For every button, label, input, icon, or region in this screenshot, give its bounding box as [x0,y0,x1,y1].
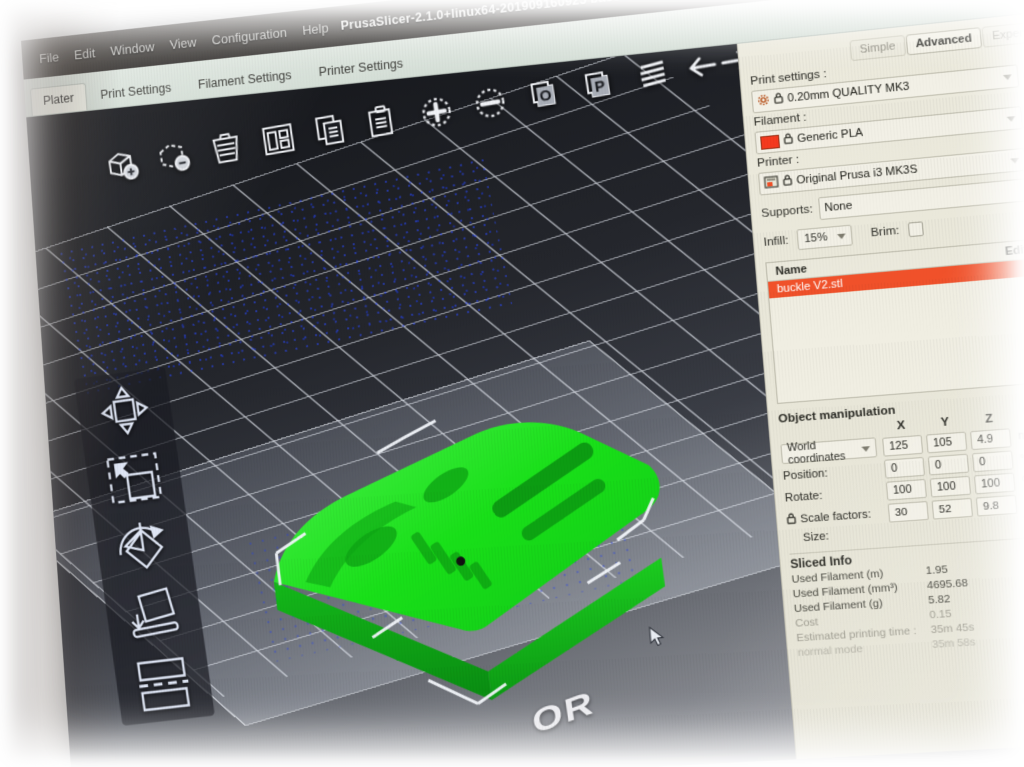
infill-value: 15% [803,230,828,246]
lock-icon [783,132,794,147]
coordinate-system-combo[interactable]: World coordinates [780,437,878,467]
layers-editing-icon[interactable] [630,51,677,98]
coordinate-system-value: World coordinates [786,439,846,467]
work-area: OR O P Simple Advanced Expert Print sett… [26,12,1024,767]
object-list[interactable]: Name Editing buckle V2.stl [765,236,1024,404]
scale-x-input[interactable]: 100 [885,478,928,501]
brim-checkbox[interactable] [907,221,924,238]
scale-factors-label: Scale factors: [799,508,872,526]
filament-color-swatch [760,134,781,150]
brim-label: Brim: [870,224,900,240]
perspective-wrapper: PrusaSlicer-2.1.0+linux64-201909160925 b… [0,0,1024,767]
size-x-input[interactable]: 30 [887,500,929,523]
scale-y-input[interactable]: 100 [929,475,972,498]
supports-value: None [823,199,853,215]
sliced-info-value: 0.15 [928,607,953,622]
rotate-gizmo-icon[interactable] [102,509,186,584]
scale-z-input[interactable]: 100 [973,472,1016,495]
rotate-z-input[interactable]: 0 [971,450,1014,473]
model-buckle-v2[interactable] [248,380,710,746]
gear-icon [757,93,771,110]
arrange-icon[interactable] [256,116,300,162]
lock-icon [773,92,784,107]
coordinate-system-cell: World coordinates [780,437,879,467]
delete-all-icon[interactable] [204,125,248,171]
printer-icon [763,175,779,192]
filament-value: Generic PLA [796,126,864,146]
position-x-input[interactable]: 125 [882,434,924,457]
print-settings-value: 0.20mm QUALITY MK3 [787,80,910,105]
menu-item-edit[interactable]: Edit [73,45,95,62]
remove-instance-icon[interactable] [467,80,513,127]
split-parts-icon[interactable]: P [575,61,621,108]
3d-viewport[interactable]: OR O P [26,43,796,767]
lock-icon [782,174,793,189]
infill-label: Infill: [763,234,789,250]
sliced-info-panel: Sliced Info Used Filament (m) 1.95 Used … [789,534,1024,661]
object-manipulation-grid: X Y Z World coordinates 125 105 4.9 mm P… [779,407,1024,546]
position-y-input[interactable]: 105 [925,431,968,453]
printer-value: Original Prusa i3 MK3S [795,163,919,187]
column-header-name: Name [775,262,808,278]
chevron-down-icon[interactable] [1006,116,1016,123]
mouse-cursor [649,625,668,654]
mode-advanced-button[interactable]: Advanced [905,27,983,56]
object-name: buckle V2.stl [776,277,844,296]
position-label: Position: [782,467,829,483]
paste-icon[interactable] [361,98,406,144]
add-icon[interactable] [102,143,145,188]
axis-label-y: Y [940,415,950,430]
sliced-info-value: 35m 58s [931,635,977,652]
axis-label-x: X [896,419,906,433]
uniform-scale-lock-icon[interactable] [786,512,797,527]
copy-icon[interactable] [308,107,353,153]
chevron-down-icon[interactable] [1010,157,1020,164]
menu-item-view[interactable]: View [169,34,197,52]
add-instance-icon[interactable] [414,89,459,135]
place-on-face-gizmo-icon[interactable] [112,577,196,651]
menu-item-configuration[interactable]: Configuration [211,24,287,47]
chevron-down-icon[interactable] [861,445,871,452]
prusaslicer-window: PrusaSlicer-2.1.0+linux64-201909160925 b… [21,0,1024,767]
axis-label-z: Z [984,412,994,426]
position-z-input[interactable]: 4.9 [969,427,1012,450]
rotate-unit: ° [1019,453,1024,466]
sliced-info-value: 5.82 [927,592,951,607]
mode-simple-button[interactable]: Simple [849,34,906,62]
menu-item-window[interactable]: Window [110,39,155,58]
tab-plater[interactable]: Plater [29,82,88,116]
scale-factors-label-cell: Scale factors: [786,506,885,527]
cut-gizmo-icon[interactable] [121,646,205,720]
move-gizmo-icon[interactable] [83,373,166,448]
position-unit: mm [1017,429,1024,443]
menu-item-help[interactable]: Help [302,20,329,38]
scale-gizmo-icon[interactable] [93,441,177,516]
chevron-down-icon[interactable] [1003,74,1013,81]
mode-expert-button[interactable]: Expert [981,21,1024,48]
rotate-y-input[interactable]: 0 [927,453,970,476]
chevron-down-icon[interactable] [836,233,846,240]
split-objects-icon[interactable]: O [521,70,567,117]
column-header-editing: Editing [1004,241,1024,258]
rotate-label: Rotate: [784,489,823,505]
photograph-of-monitor: PrusaSlicer-2.1.0+linux64-201909160925 b… [0,0,1024,767]
sliced-info-value: 4695.68 [926,576,969,592]
svg-text:O: O [538,87,552,106]
infill-combo[interactable]: 15% [795,224,853,251]
supports-label: Supports: [760,203,814,221]
menu-item-file[interactable]: File [39,49,60,66]
size-z-input[interactable]: 9.8 [975,494,1018,517]
delete-icon[interactable] [153,134,197,180]
size-y-input[interactable]: 52 [931,497,974,520]
rotate-x-input[interactable]: 0 [883,456,926,479]
sliced-info-value: 1.95 [925,563,949,578]
